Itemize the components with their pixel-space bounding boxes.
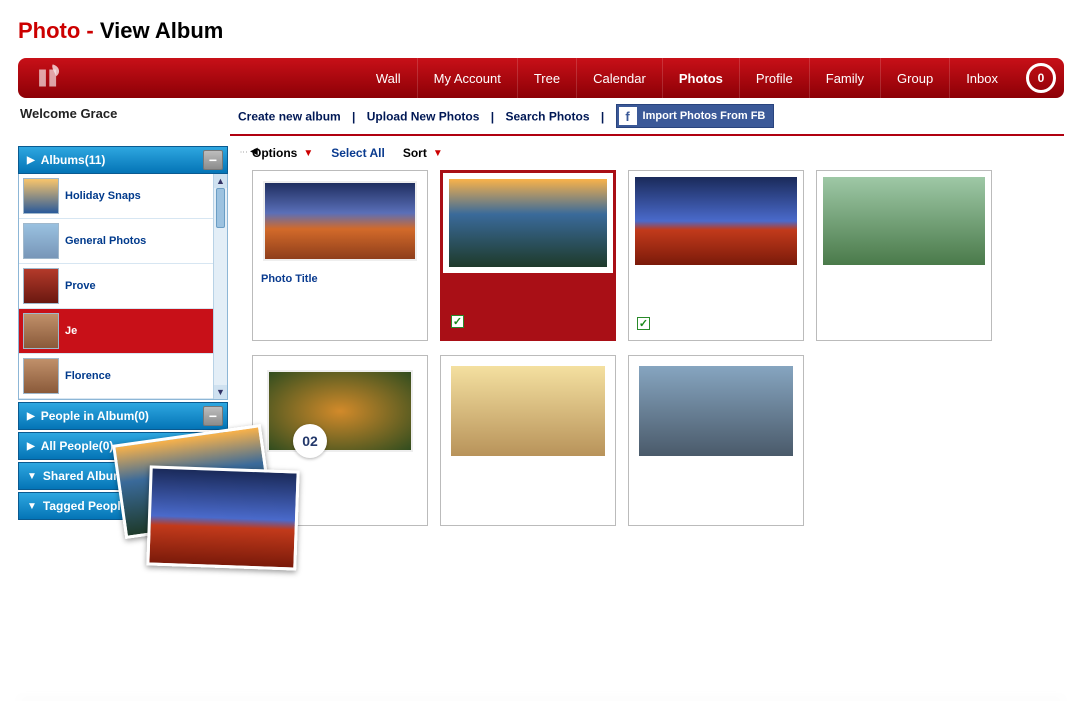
collapse-toggle[interactable]: −: [203, 406, 223, 426]
album-thumbnail: [23, 313, 59, 349]
album-thumbnail: [23, 358, 59, 394]
album-item[interactable]: Holiday Snaps: [19, 174, 227, 219]
chevron-down-icon: ▼: [27, 501, 37, 512]
album-item[interactable]: General Photos: [19, 219, 227, 264]
photo-card[interactable]: [440, 355, 616, 526]
nav-item-tree[interactable]: Tree: [517, 58, 576, 98]
photo-caption[interactable]: Photo Title: [253, 271, 427, 287]
scrollbar[interactable]: ▲ ▼: [213, 174, 227, 399]
chevron-right-icon: ▶: [27, 411, 35, 422]
photo-card[interactable]: [628, 355, 804, 526]
photo-thumbnail: [263, 366, 417, 456]
album-label: Holiday Snaps: [65, 190, 141, 202]
nav-item-group[interactable]: Group: [880, 58, 949, 98]
nav-item-profile[interactable]: Profile: [739, 58, 809, 98]
photo-thumbnail: [823, 177, 985, 265]
page-title-prefix: Photo -: [18, 18, 100, 43]
chevron-right-icon: ▶: [27, 155, 35, 166]
album-thumbnail: [23, 223, 59, 259]
content-area: Options ▼ Select All Sort ▼ Photo Title ✓…: [228, 144, 1064, 526]
photo-card[interactable]: [816, 170, 992, 341]
nav-item-wall[interactable]: Wall: [360, 58, 417, 98]
nav-item-photos[interactable]: Photos: [662, 58, 739, 98]
collapse-toggle[interactable]: −: [203, 150, 223, 170]
top-nav: WallMy AccountTreeCalendarPhotosProfileF…: [18, 58, 1064, 98]
sidebar-section-tagged-people[interactable]: ▼ Tagged People(25) +: [18, 492, 228, 520]
album-item[interactable]: Florence: [19, 354, 227, 399]
import-fb-label: Import Photos From FB: [643, 110, 766, 122]
select-all-button[interactable]: Select All: [331, 146, 385, 160]
sort-dropdown[interactable]: Sort ▼: [403, 146, 443, 160]
search-photos-link[interactable]: Search Photos: [505, 110, 589, 124]
sidebar-section-people-in-album[interactable]: ▶ People in Album(0) −: [18, 402, 228, 430]
scroll-down-icon[interactable]: ▼: [214, 385, 227, 399]
scroll-up-icon[interactable]: ▲: [214, 174, 227, 188]
dropdown-icon: ▼: [433, 148, 443, 159]
expand-toggle[interactable]: +: [203, 496, 223, 516]
page-title-main: View Album: [100, 18, 223, 43]
page-title: Photo - View Album: [18, 18, 1064, 44]
nav-item-calendar[interactable]: Calendar: [576, 58, 662, 98]
album-thumbnail: [23, 268, 59, 304]
welcome-text: Welcome Grace: [18, 102, 230, 136]
scroll-thumb[interactable]: [216, 188, 225, 228]
create-album-link[interactable]: Create new album: [238, 110, 341, 124]
album-list: ▲ ▼ Holiday Snaps General Photos Prove Je Fl…: [18, 174, 228, 400]
dropdown-icon: ▼: [303, 148, 313, 159]
nav-item-family[interactable]: Family: [809, 58, 880, 98]
nav-item-my-account[interactable]: My Account: [417, 58, 517, 98]
options-dropdown[interactable]: Options ▼: [252, 146, 313, 160]
chevron-down-icon: ▼: [27, 471, 37, 482]
app-logo[interactable]: [26, 58, 76, 98]
expand-toggle[interactable]: +: [203, 466, 223, 486]
album-thumbnail: [23, 178, 59, 214]
photo-thumbnail: [451, 366, 605, 456]
sidebar-section-albums[interactable]: ▶ Albums(11) −: [18, 146, 228, 174]
nav-item-inbox[interactable]: Inbox: [949, 58, 1014, 98]
sidebar-section-shared-album[interactable]: ▼ Shared Album(15) +: [18, 462, 228, 490]
album-label: General Photos: [65, 235, 146, 247]
checkbox-checked-icon[interactable]: ✓: [451, 315, 464, 328]
photo-thumbnail: [449, 179, 607, 267]
collapse-toggle[interactable]: −: [203, 436, 223, 456]
import-fb-button[interactable]: f Import Photos From FB: [616, 104, 775, 128]
photo-card[interactable]: [252, 355, 428, 526]
facebook-icon: f: [619, 107, 637, 125]
inbox-badge[interactable]: 0: [1026, 63, 1056, 93]
photo-thumbnail: [639, 366, 793, 456]
album-label: Florence: [65, 370, 111, 382]
photo-card[interactable]: ✓: [440, 170, 616, 341]
album-item[interactable]: Je: [19, 309, 227, 354]
sidebar-section-all-people[interactable]: ▶ All People(0) −: [18, 432, 228, 460]
photo-card[interactable]: ✓: [628, 170, 804, 341]
album-label: Prove: [65, 280, 96, 292]
chevron-right-icon: ▶: [27, 441, 35, 452]
album-label: Je: [65, 325, 77, 337]
checkbox-checked-icon[interactable]: ✓: [637, 317, 650, 330]
sidebar: ▶ Albums(11) − ▲ ▼ Holiday Snaps General …: [18, 144, 228, 526]
sub-nav: Create new album | Upload New Photos | S…: [230, 102, 1064, 136]
photo-card[interactable]: Photo Title: [252, 170, 428, 341]
photo-thumbnail: [635, 177, 797, 265]
photo-thumbnail: [259, 177, 421, 265]
album-item[interactable]: Prove: [19, 264, 227, 309]
grid-toolbar: Options ▼ Select All Sort ▼: [252, 144, 1064, 170]
upload-photos-link[interactable]: Upload New Photos: [367, 110, 480, 124]
